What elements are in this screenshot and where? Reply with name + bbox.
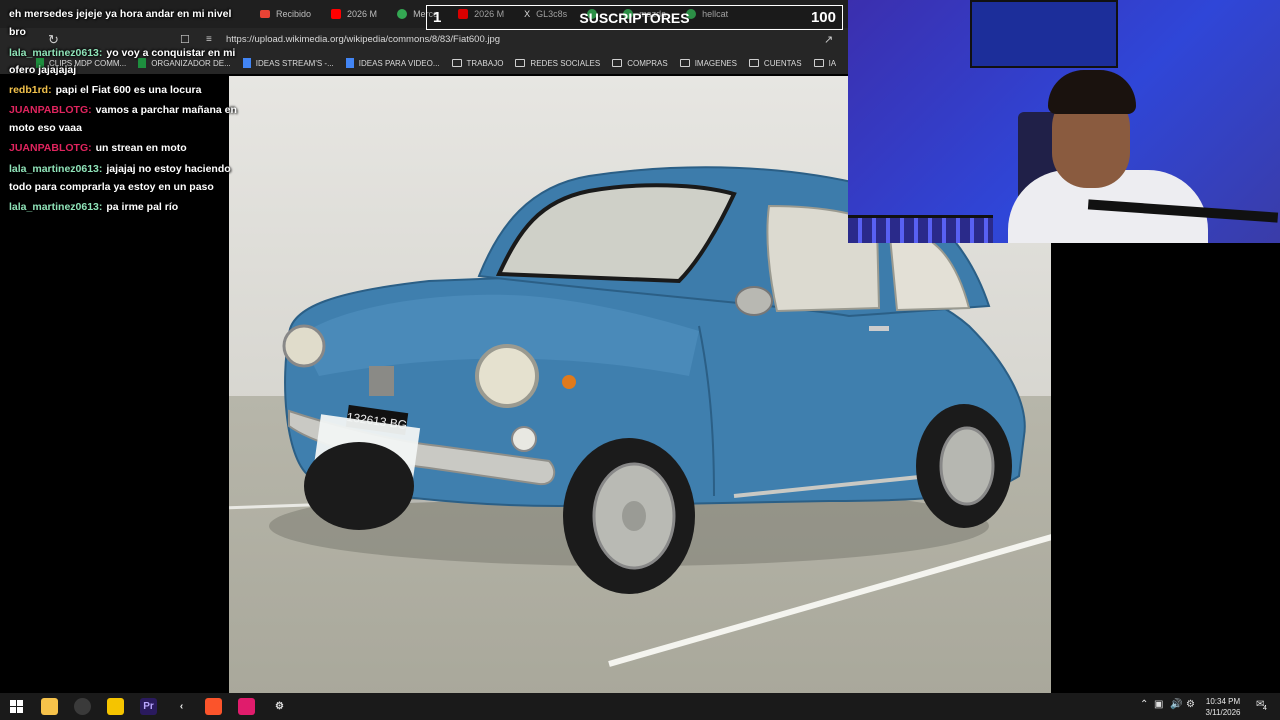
chat-message: JUANPABLOTG: un strean en moto [9, 139, 249, 157]
chat-text: eh mersedes jejeje ya hora andar en mi n… [9, 8, 232, 20]
chat-message: eh mersedes jejeje ya hora andar en mi n… [9, 5, 249, 23]
tab-label: Recibido [276, 9, 312, 19]
windows-start-icon[interactable] [8, 698, 25, 715]
premiere-pro-icon[interactable]: Pr [140, 698, 157, 715]
chat-username[interactable]: JUANPABLOTG: [9, 142, 92, 154]
folder-icon [813, 59, 824, 67]
tab-gmail[interactable]: Recibido [250, 0, 321, 28]
bookmark-folder[interactable]: COMPRAS [612, 58, 668, 68]
wall-poster [970, 0, 1118, 68]
chat-text: bro [9, 26, 26, 38]
obs-icon[interactable] [74, 698, 91, 715]
chat-text: moto eso vaaa [9, 122, 82, 134]
bookmark-label: CUENTAS [763, 58, 802, 68]
notification-count: 4 [1263, 705, 1267, 712]
chat-text: todo para comprarla ya estoy en un paso [9, 181, 214, 193]
share-icon[interactable]: ↗ [824, 28, 833, 52]
subscriber-goal-target: 100 [810, 9, 836, 26]
chat-text: yo voy a conquistar en mi [106, 47, 236, 59]
settings-icon[interactable]: ⚙ [1186, 699, 1195, 710]
chat-message: bro [9, 23, 249, 41]
chat-message: moto eso vaaa [9, 119, 249, 137]
bookmark-label: COMPRAS [627, 58, 668, 68]
taskbar: Pr ‹ ⚙ ⌃ ▣ 🔊 ⚙ 10:34 PM 3/11/2026 ✉ 4 [0, 693, 1280, 720]
folder-icon [679, 59, 690, 67]
settings-gear-icon[interactable]: ⚙ [271, 698, 288, 715]
chat-message: lala_martinez0613: yo voy a conquistar en… [9, 44, 249, 62]
chat-text: un strean en moto [95, 142, 187, 154]
network-icon[interactable]: ▣ [1154, 699, 1163, 710]
url-field[interactable]: https://upload.wikimedia.org/wikipedia/c… [226, 28, 500, 52]
chat-text: vamos a parchar mañana en [95, 104, 237, 116]
bookmark-label: IDEAS PARA VIDEO... [358, 58, 440, 68]
chat-username[interactable]: lala_martinez0613: [9, 201, 102, 213]
bookmark-label: IMAGENES [694, 58, 737, 68]
capcut-icon[interactable]: ‹ [173, 698, 190, 715]
chat-username[interactable]: JUANPABLOTG: [9, 104, 92, 116]
chat-username[interactable]: lala_martinez0613: [9, 47, 102, 59]
system-clock[interactable]: 10:34 PM 3/11/2026 [1196, 696, 1250, 718]
chat-username[interactable]: lala_martinez0613: [9, 163, 102, 175]
bookmark-folder[interactable]: IMAGENES [679, 58, 737, 68]
chat-message: JUANPABLOTG: vamos a parchar mañana en [9, 101, 249, 119]
sticky-notes-icon[interactable] [107, 698, 124, 715]
bookmark-folder[interactable]: TRABAJO [451, 58, 504, 68]
chat-message: redb1rd: papi el Fiat 600 es una locura [9, 81, 249, 99]
bookmark-item[interactable]: IDEAS STREAM'S -... [242, 58, 334, 68]
hex-panel [848, 215, 993, 243]
volume-icon[interactable]: 🔊 [1170, 699, 1182, 710]
file-explorer-icon[interactable] [41, 698, 58, 715]
bookmark-folder[interactable]: REDES SOCIALES [515, 59, 600, 68]
tab-youtube[interactable]: 2026 M [321, 0, 387, 28]
bookmark-label: TRABAJO [466, 58, 504, 68]
chat-text: pa irme pal río [106, 201, 179, 213]
chat-message: ofero jajajajaj [9, 61, 249, 79]
bookmark-label: IDEAS STREAM'S -... [255, 58, 334, 68]
tiktok-icon[interactable] [238, 698, 255, 715]
folder-icon [515, 59, 526, 67]
chat-message: lala_martinez0613: jajajaj no estoy hacie… [9, 160, 249, 178]
bookmark-label: REDES SOCIALES [530, 58, 601, 68]
chat-message: todo para comprarla ya estoy en un paso [9, 178, 249, 196]
chat-text: ofero jajajajaj [9, 64, 77, 76]
subscriber-goal-title: SUSCRIPTORES [579, 10, 690, 26]
streamer-hair [1048, 70, 1136, 114]
youtube-icon [331, 9, 342, 19]
screen: Recibido 2026 M Merce 2026 M X GL3c8s ma… [0, 0, 1280, 720]
bookmark-folder[interactable]: IA [813, 58, 837, 68]
chat-message: lala_martinez0613: pa irme pal río [9, 198, 249, 216]
bookmark-folder[interactable]: CUENTAS [748, 58, 802, 68]
folder-icon [748, 59, 759, 67]
chevron-up-icon[interactable]: ⌃ [1140, 699, 1148, 710]
folder-icon [612, 59, 623, 67]
docs-icon [345, 58, 354, 68]
bookmark-item[interactable]: IDEAS PARA VIDEO... [345, 58, 440, 68]
chat-text: papi el Fiat 600 es una locura [55, 84, 202, 96]
gmail-icon [260, 10, 270, 18]
clock-date: 3/11/2026 [1205, 708, 1241, 717]
folder-icon [451, 59, 462, 67]
tab-label: 2026 M [347, 9, 378, 19]
clock-time: 10:34 PM [1205, 697, 1241, 706]
brave-browser-icon[interactable] [205, 698, 222, 715]
chat-text: jajajaj no estoy haciendo [106, 163, 231, 175]
chrome-icon [397, 9, 408, 19]
bookmark-label: IA [828, 58, 837, 68]
chat-username[interactable]: redb1rd: [9, 84, 52, 96]
webcam-feed [848, 0, 1280, 243]
subscriber-goal-bar: 1 SUSCRIPTORES 100 [426, 5, 843, 30]
